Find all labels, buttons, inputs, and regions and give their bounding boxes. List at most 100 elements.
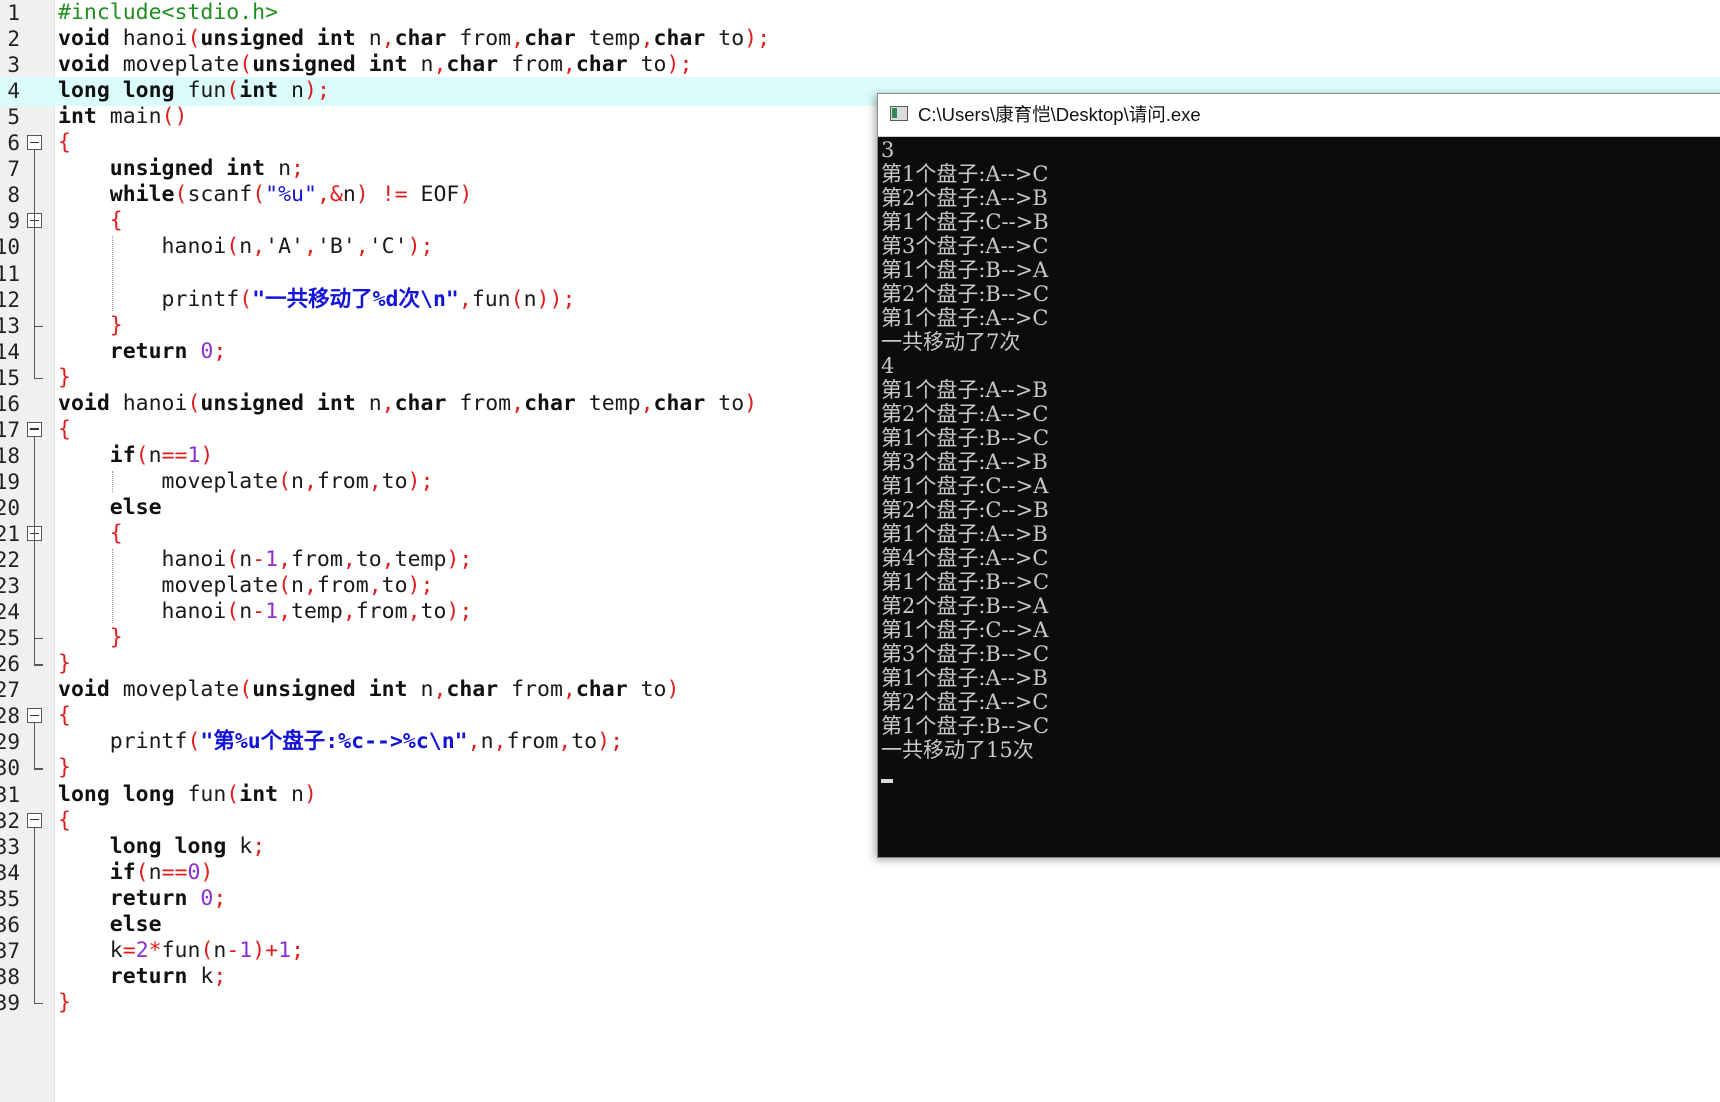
code-text: hanoi(n-1,temp,from,to); bbox=[58, 599, 473, 625]
console-line: 第2个盘子:A-->C bbox=[881, 690, 1049, 714]
code-line[interactable]: 39} bbox=[0, 989, 1720, 1018]
code-text: } bbox=[58, 651, 71, 677]
line-number: 17 bbox=[0, 417, 20, 442]
line-number: 31 bbox=[0, 782, 20, 807]
console-titlebar[interactable]: C:\Users\康育恺\Desktop\请问.exe bbox=[878, 94, 1720, 137]
code-text: printf("一共移动了%d次\n",fun(n)); bbox=[58, 286, 576, 312]
line-number: 14 bbox=[0, 339, 20, 364]
line-number: 28 bbox=[0, 704, 20, 729]
console-line: 第1个盘子:C-->A bbox=[881, 474, 1049, 498]
fold-end-marker bbox=[34, 377, 43, 379]
line-number: 24 bbox=[0, 600, 20, 625]
fold-guide-line bbox=[34, 228, 36, 326]
console-line: 第4个盘子:A-->C bbox=[881, 546, 1049, 570]
fold-guide-line bbox=[34, 827, 36, 1003]
console-line: 第1个盘子:B-->A bbox=[881, 258, 1049, 282]
code-text: hanoi(n-1,from,to,temp); bbox=[58, 547, 473, 573]
line-number: 2 bbox=[7, 27, 20, 52]
code-text: } bbox=[58, 989, 71, 1015]
code-line[interactable]: 2 void hanoi(unsigned int n,char from,cha… bbox=[0, 25, 1720, 54]
code-line[interactable]: 35 return 0; bbox=[0, 885, 1720, 914]
line-number: 8 bbox=[7, 183, 20, 208]
code-text: int main() bbox=[58, 104, 188, 130]
indent-guide bbox=[112, 470, 114, 493]
code-text: { bbox=[58, 807, 71, 833]
code-text: unsigned int n; bbox=[109, 156, 304, 182]
line-number: 22 bbox=[0, 548, 20, 573]
console-line: 第1个盘子:A-->C bbox=[881, 306, 1049, 330]
line-number: 25 bbox=[0, 626, 20, 651]
console-output-lines: 3 第1个盘子:A-->C 第2个盘子:A-->B 第1个盘子:C-->B 第3个盘子:… bbox=[881, 138, 1720, 762]
code-text: moveplate(n,from,to); bbox=[58, 468, 434, 494]
console-line: 第1个盘子:B-->C bbox=[881, 714, 1050, 738]
fold-end-marker bbox=[34, 325, 43, 327]
console-line: 第1个盘子:A-->C bbox=[881, 162, 1049, 186]
code-text: { bbox=[109, 521, 123, 546]
line-number: 27 bbox=[0, 678, 20, 703]
fold-collapse-icon[interactable] bbox=[27, 135, 42, 151]
console-line: 4 bbox=[881, 354, 895, 378]
code-text: if(n==0) bbox=[109, 859, 214, 885]
line-number: 4 bbox=[7, 79, 20, 104]
code-text: { bbox=[109, 208, 123, 234]
line-number: 10 bbox=[0, 235, 20, 260]
console-line: 第1个盘子:C-->B bbox=[881, 210, 1049, 234]
console-title: C:\Users\康育恺\Desktop\请问.exe bbox=[918, 104, 1201, 125]
code-text: } bbox=[58, 755, 71, 781]
code-text: printf("第%u个盘子:%c-->%c\n",n,from,to); bbox=[58, 729, 624, 755]
code-text: if(n==1) bbox=[109, 442, 214, 468]
line-number: 19 bbox=[0, 469, 20, 494]
fold-end-marker bbox=[34, 638, 43, 640]
code-text: } bbox=[109, 625, 123, 651]
line-number: 9 bbox=[7, 209, 20, 234]
fold-guide-line bbox=[34, 541, 36, 639]
console-line: 第2个盘子:B-->A bbox=[881, 594, 1049, 618]
console-line: 第3个盘子:A-->B bbox=[881, 450, 1048, 474]
console-line: 第2个盘子:A-->C bbox=[881, 402, 1049, 426]
line-number: 3 bbox=[7, 53, 20, 78]
code-text: void moveplate(unsigned int n,char from,… bbox=[58, 52, 693, 78]
code-text: else bbox=[109, 494, 162, 520]
code-line[interactable]: 34 if(n==0) bbox=[0, 859, 1720, 888]
console-line: 第1个盘子:C-->A bbox=[881, 618, 1049, 642]
fold-collapse-icon[interactable] bbox=[27, 812, 42, 828]
line-number: 6 bbox=[7, 131, 20, 156]
code-line[interactable]: 36 else bbox=[0, 911, 1720, 940]
console-line: 第3个盘子:A-->C bbox=[881, 234, 1049, 258]
console-window[interactable]: C:\Users\康育恺\Desktop\请问.exe 3 第1个盘子:A-->C… bbox=[877, 93, 1720, 858]
code-text: return 0; bbox=[109, 338, 227, 364]
indent-guide bbox=[112, 549, 114, 624]
console-line: 3 bbox=[881, 138, 895, 162]
code-text: void hanoi(unsigned int n,char from,char… bbox=[58, 26, 771, 52]
indent-guide bbox=[112, 236, 114, 311]
line-number: 1 bbox=[7, 1, 20, 25]
console-line: 第3个盘子:B-->C bbox=[881, 642, 1050, 666]
code-line[interactable]: 37 k=2*fun(n-1)+1; bbox=[0, 937, 1720, 966]
console-line: 一共移动了7次 bbox=[881, 330, 1021, 354]
console-output[interactable]: 3 第1个盘子:A-->C 第2个盘子:A-->B 第1个盘子:C-->B 第3个盘子:… bbox=[881, 138, 1720, 857]
line-number: 30 bbox=[0, 756, 20, 781]
code-text: { bbox=[58, 130, 71, 156]
code-line[interactable]: 38 return k; bbox=[0, 963, 1720, 992]
line-number: 11 bbox=[0, 261, 20, 286]
fold-end-marker bbox=[34, 768, 43, 770]
code-text: k=2*fun(n-1)+1; bbox=[58, 937, 305, 963]
code-text: long long fun(int n); bbox=[58, 78, 330, 104]
line-number: 12 bbox=[0, 287, 20, 312]
line-number: 5 bbox=[7, 105, 20, 130]
line-number: 21 bbox=[0, 522, 20, 546]
fold-guide-line bbox=[34, 723, 36, 769]
fold-collapse-icon[interactable] bbox=[27, 421, 42, 437]
fold-collapse-icon[interactable] bbox=[27, 708, 42, 724]
console-app-icon bbox=[890, 106, 908, 121]
code-line[interactable]: 1 #include<stdio.h> bbox=[0, 0, 1720, 28]
code-text: long long fun(int n) bbox=[58, 781, 317, 807]
line-number: 34 bbox=[0, 860, 20, 885]
code-text: { bbox=[58, 416, 71, 442]
line-number: 29 bbox=[0, 730, 20, 755]
line-number: 32 bbox=[0, 808, 20, 833]
fold-end-marker bbox=[34, 1002, 43, 1005]
code-text: moveplate(n,from,to); bbox=[58, 573, 434, 599]
code-line[interactable]: 3 void moveplate(unsigned int n,char from… bbox=[0, 51, 1720, 80]
console-line: 第2个盘子:B-->C bbox=[881, 282, 1050, 306]
